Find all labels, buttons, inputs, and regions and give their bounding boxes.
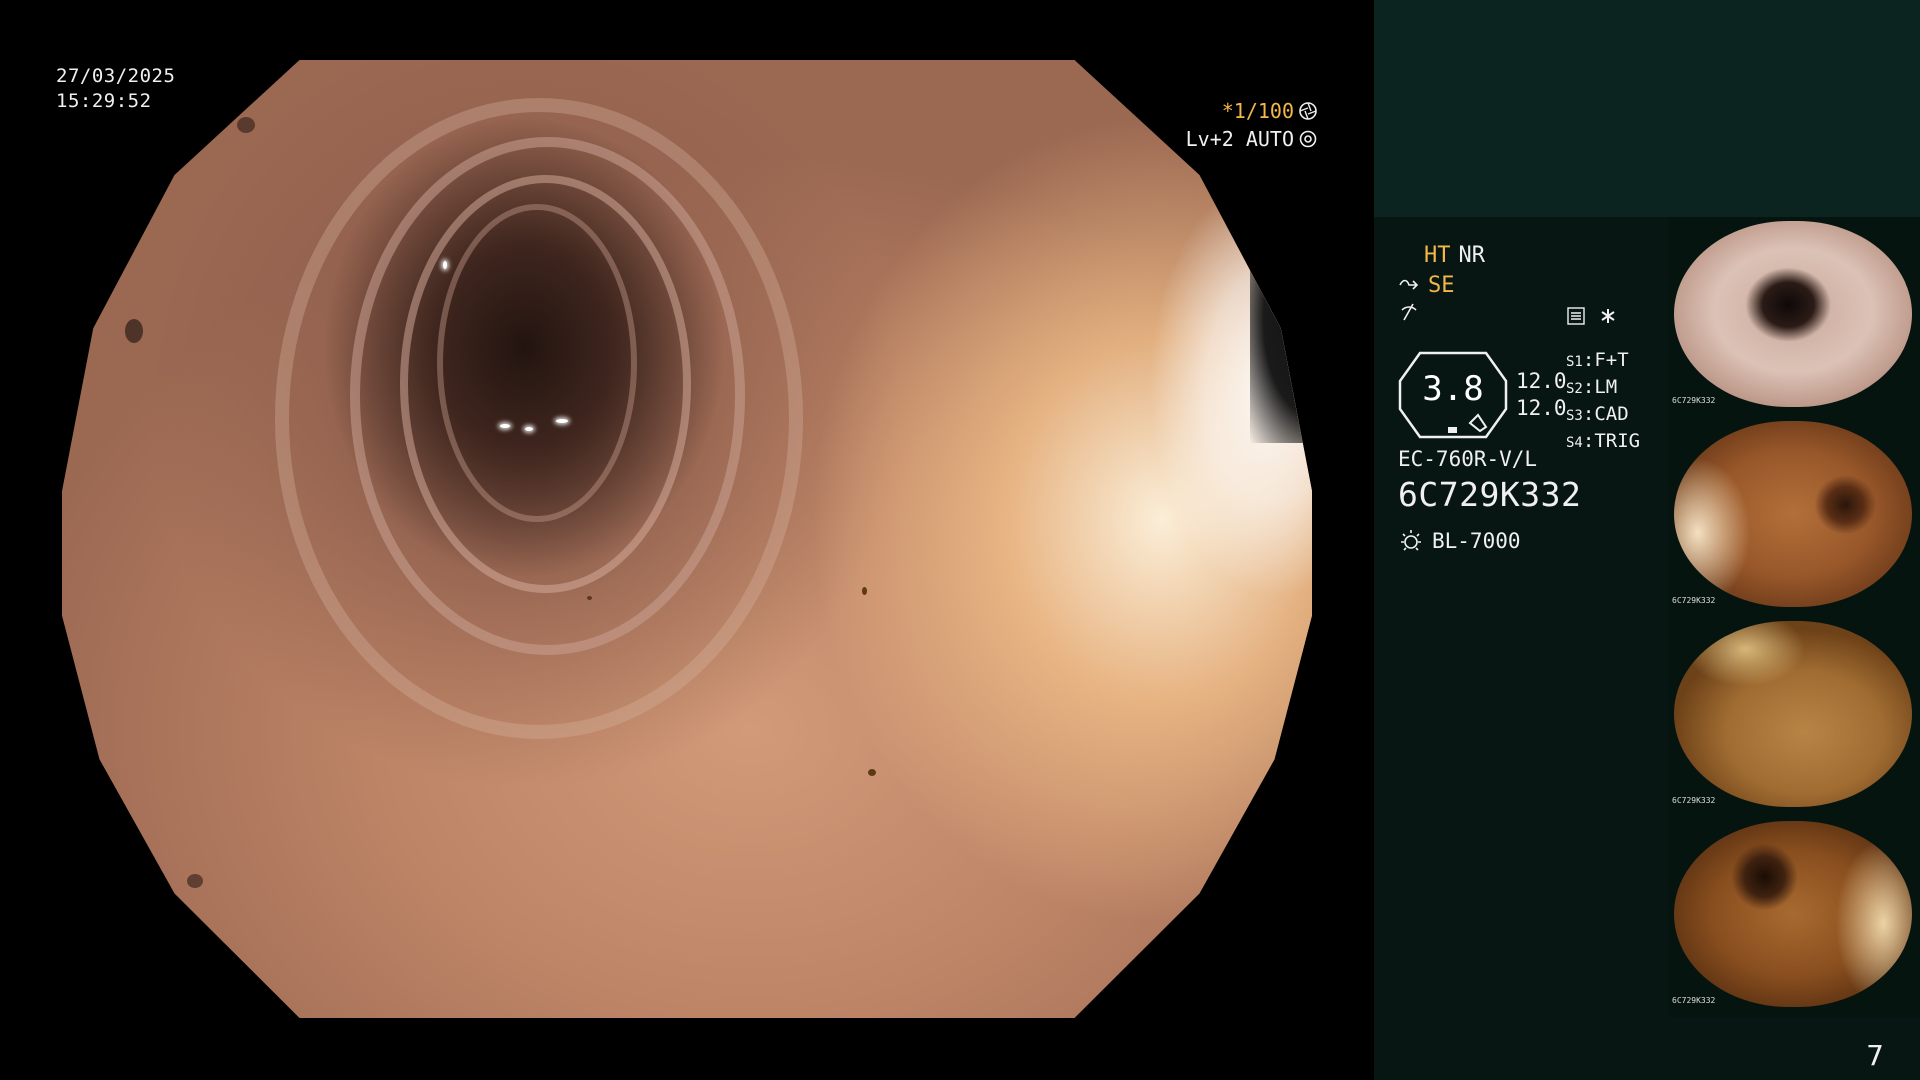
nr-label: NR [1458, 242, 1486, 268]
se-label: SE [1428, 272, 1455, 298]
thumbnail-image [1674, 221, 1912, 407]
image-thumbnail[interactable]: 6C729K332 [1668, 617, 1920, 817]
light-source-icon [1401, 530, 1421, 551]
scope-serial: 6C729K332 [1398, 475, 1582, 514]
light-source: BL-7000 [1398, 528, 1521, 554]
switch-row: S1:F+T [1566, 349, 1629, 371]
aperture-icon [1299, 102, 1317, 120]
enhancement-value: 12.0 [1516, 396, 1567, 420]
gear-icon [1299, 130, 1317, 148]
mucosal-speck [124, 318, 143, 343]
thumbnail-caption: 6C729K332 [1672, 996, 1716, 1005]
mucosal-speck [868, 768, 877, 776]
switch-key: S4 [1566, 435, 1583, 451]
image-thumbnail[interactable]: 6C729K332 [1668, 817, 1920, 1017]
star-icon [1598, 306, 1618, 331]
zoom-value: 3.8 [1422, 369, 1484, 409]
side-panel-header [1374, 0, 1920, 217]
switch-value: TRIG [1594, 430, 1641, 452]
switch-row: S3:CAD [1566, 403, 1629, 425]
mucosal-speck [237, 117, 255, 134]
switch-key: S2 [1566, 381, 1583, 397]
light-reflection [524, 426, 533, 431]
thumbnail-caption: 6C729K332 [1672, 796, 1716, 805]
mucosal-fold [437, 203, 637, 523]
shutter-text: *1/100 [1221, 99, 1294, 123]
switch-value: LM [1594, 376, 1618, 398]
time-text: 15:29:52 [56, 90, 152, 112]
zoom-octagon: 3.8 [1398, 351, 1508, 439]
enhancement-value: 12.0 [1516, 369, 1567, 393]
mode-row: HT NR [1424, 240, 1485, 270]
switch-value: CAD [1594, 403, 1629, 425]
thumbnail-caption: 6C729K332 [1672, 596, 1716, 605]
image-thumbnail[interactable]: 6C729K332 [1668, 417, 1920, 617]
endoscopic-view [62, 60, 1312, 1018]
level-text: Lv+2 AUTO [1185, 127, 1294, 151]
se-icon [1399, 279, 1419, 290]
image-thumbnail[interactable]: 6C729K332 [1668, 217, 1920, 417]
switch-row: S4:TRIG [1566, 430, 1641, 452]
thumbnail-image [1674, 421, 1912, 607]
shutter-indicator: *1/100 [1222, 99, 1318, 123]
ht-label: HT [1424, 242, 1451, 268]
endoscopy-screen: 27/03/2025 15:29:52 *1/100 Lv+2 AUTO HT … [0, 0, 1920, 1080]
page-number: 7 [1866, 1039, 1884, 1072]
switch-assignments: S1:F+T S2:LM S3:CAD S4:TRIG [1566, 348, 1640, 456]
enhancement-values: 12.0 12.0 [1516, 368, 1567, 422]
datetime-stamp: 27/03/2025 15:29:52 [56, 64, 175, 114]
mucosal-speck [187, 874, 203, 889]
mucosal-speck [862, 586, 867, 595]
instrument-tip [1249, 194, 1312, 444]
se-row: SE [1398, 270, 1455, 300]
captured-images: 6C729K332 6C729K332 6C729K332 6C729K332 [1668, 217, 1920, 1017]
menu-icon [1566, 306, 1586, 331]
light-source-label: BL-7000 [1432, 529, 1521, 553]
switch-value: F+T [1594, 349, 1629, 371]
switch-key: S3 [1566, 408, 1583, 424]
thumbnail-image [1674, 621, 1912, 807]
flash-icon [1400, 302, 1418, 328]
scope-model: EC-760R-V/L [1398, 447, 1538, 471]
thumbnail-image [1674, 821, 1912, 1007]
date-text: 27/03/2025 [56, 65, 176, 87]
thumbnail-caption: 6C729K332 [1672, 396, 1716, 405]
exposure-level: Lv+2 AUTO [1186, 127, 1318, 151]
switch-key: S1 [1566, 354, 1583, 370]
switch-row: S2:LM [1566, 376, 1618, 398]
light-reflection [499, 424, 510, 429]
